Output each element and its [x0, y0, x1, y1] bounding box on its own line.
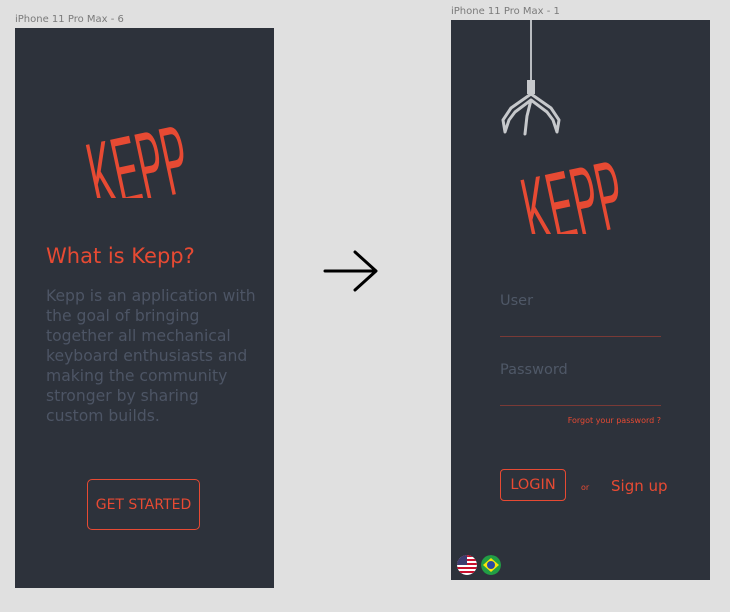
kepp-logo: KEPP [83, 104, 198, 198]
password-label: Password [500, 362, 568, 378]
arrow-right-icon [323, 250, 378, 292]
user-label: User [500, 293, 534, 309]
kepp-logo: KEPP [517, 139, 633, 234]
forgot-password-link[interactable]: Forgot your password ? [568, 416, 661, 425]
us-flag-icon[interactable] [457, 555, 477, 575]
intro-heading: What is Kepp? [46, 244, 195, 268]
frame-title-intro: iPhone 11 Pro Max - 6 [15, 14, 124, 25]
intro-screen: KEPP What is Kepp? Kepp is an applicatio… [15, 28, 274, 588]
login-button[interactable]: LOGIN [500, 469, 566, 501]
login-screen: KEPP User Password Forgot your password … [451, 20, 710, 580]
sign-up-link[interactable]: Sign up [611, 477, 668, 495]
frame-title-login: iPhone 11 Pro Max - 1 [451, 6, 560, 17]
kepp-logo-text: KEPP [517, 139, 633, 234]
user-input[interactable] [500, 336, 661, 337]
password-input[interactable] [500, 405, 661, 406]
kepp-logo-text: KEPP [83, 104, 198, 198]
intro-description: Kepp is an application with the goal of … [46, 287, 256, 425]
or-separator: or [581, 483, 590, 492]
get-started-button[interactable]: GET STARTED [87, 479, 200, 530]
brazil-flag-icon[interactable] [481, 555, 501, 575]
